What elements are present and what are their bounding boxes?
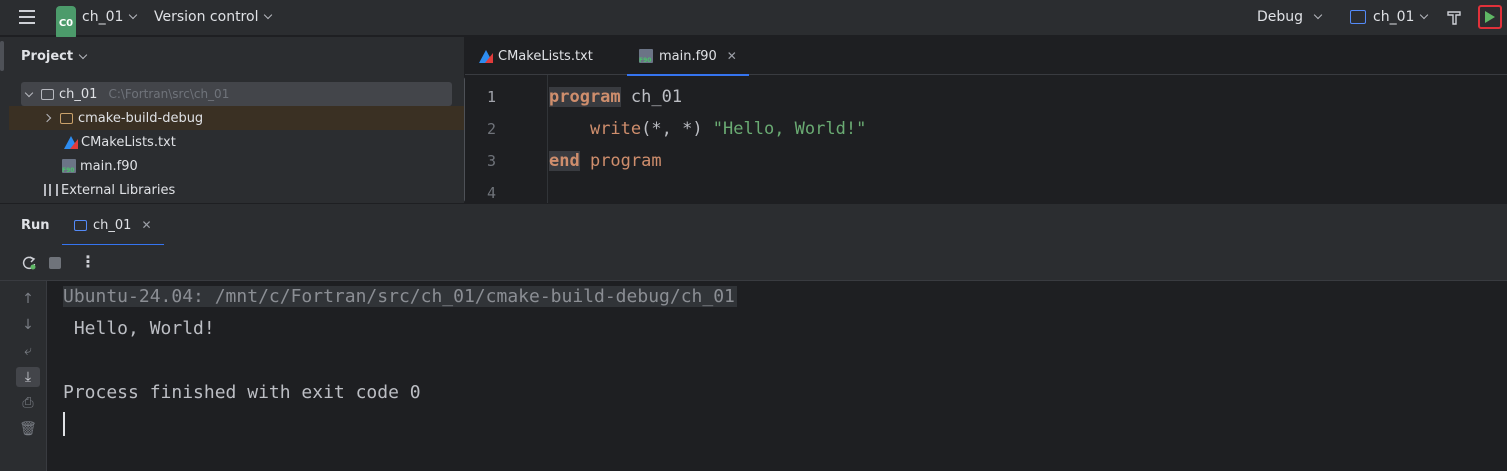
vcs-menu[interactable]: Version control <box>154 0 273 34</box>
console-finished-line: Process finished with exit code 0 <box>63 382 421 403</box>
run-button[interactable] <box>1478 5 1502 29</box>
tab-cmakelists[interactable]: CMakeLists.txt <box>479 37 593 75</box>
builtin-call: write <box>589 119 642 139</box>
text-caret <box>63 412 65 436</box>
close-icon[interactable]: ✕ <box>141 218 151 232</box>
run-panel-title: Run <box>21 217 50 233</box>
terminal-icon <box>1350 10 1366 24</box>
play-icon <box>1485 11 1495 23</box>
console-command-line: Ubuntu-24.04: /mnt/c/Fortran/src/ch_01/c… <box>63 286 737 307</box>
tree-item-label: cmake-build-debug <box>78 110 204 126</box>
gutter-separator <box>547 75 548 203</box>
library-icon <box>44 184 58 196</box>
run-toolbar: ⋮ <box>0 245 1507 281</box>
scroll-to-end-icon[interactable]: ⤓ <box>16 367 40 387</box>
tab-label: CMakeLists.txt <box>498 48 593 64</box>
trash-icon[interactable]: 🗑 <box>16 419 40 439</box>
target-label: ch_01 <box>1373 9 1415 25</box>
code-line[interactable]: program ch_01 <box>549 81 866 113</box>
folder-icon <box>60 112 73 124</box>
tree-root-row[interactable]: ch_01 C:\Fortran\src\ch_01 <box>21 82 452 106</box>
project-name: ch_01 <box>82 9 124 25</box>
run-config-selector[interactable]: Debug <box>1257 0 1323 34</box>
keyword: end <box>549 151 580 171</box>
project-panel-title: Project <box>21 49 74 64</box>
project-selector[interactable]: ch_01 <box>82 0 138 34</box>
string-literal: "Hello, World!" <box>712 119 867 139</box>
project-badge-icon: C0 <box>56 6 76 40</box>
tree-item-label: CMakeLists.txt <box>81 134 176 150</box>
project-panel: Project ch_01 C:\Fortran\src\ch_01 cmake… <box>9 37 469 203</box>
more-options-icon[interactable]: ⋮ <box>80 252 96 271</box>
line-number: 1 <box>486 88 496 106</box>
title-bar: C0 ch_01 Version control Debug ch_01 <box>0 0 1507 40</box>
rerun-icon[interactable] <box>21 255 37 271</box>
run-target-selector[interactable]: ch_01 <box>1350 0 1429 34</box>
collapse-arrow-icon[interactable] <box>42 113 52 123</box>
config-label: Debug <box>1257 9 1304 25</box>
vcs-label: Version control <box>154 9 259 25</box>
run-panel-header: Run ch_01 ✕ <box>0 203 1507 246</box>
code-text: (*, *) <box>641 119 713 139</box>
root-path: C:\Fortran\src\ch_01 <box>108 87 230 101</box>
tree-item-label: main.f90 <box>80 158 138 174</box>
tree-item-label: External Libraries <box>61 182 176 198</box>
tab-main-f90[interactable]: main.f90 ✕ <box>627 37 749 76</box>
code-line[interactable]: write(*, *) "Hello, World!" <box>549 113 866 145</box>
chevron-down-icon <box>129 10 138 20</box>
chevron-down-icon <box>1420 10 1429 20</box>
soft-wrap-icon[interactable]: ⤶ <box>16 341 40 361</box>
line-number: 2 <box>486 120 496 138</box>
line-number-gutter: 1 2 3 4 <box>465 81 547 209</box>
console-side-toolbar: ↑ ↓ ⤶ ⤓ ⎙ 🗑 <box>0 281 47 471</box>
tree-item-external-libraries[interactable]: External Libraries <box>9 178 453 202</box>
module-folder-icon <box>41 88 54 100</box>
cmake-icon <box>64 135 78 149</box>
cmake-icon <box>479 49 493 63</box>
build-button[interactable] <box>1445 0 1463 34</box>
console-output[interactable]: Ubuntu-24.04: /mnt/c/Fortran/src/ch_01/c… <box>48 281 1507 471</box>
editor: CMakeLists.txt main.f90 ✕ 1 2 3 4 progra… <box>465 37 1507 203</box>
left-tool-strip <box>0 37 9 203</box>
line-number: 3 <box>486 152 496 170</box>
tree-item-cmake-build-debug[interactable]: cmake-build-debug <box>9 106 464 130</box>
fortran-file-icon <box>62 159 76 174</box>
scroll-up-icon[interactable]: ↑ <box>16 289 40 309</box>
stop-icon[interactable] <box>49 257 61 269</box>
code-line[interactable]: end program <box>549 145 866 177</box>
tree-item-main-f90[interactable]: main.f90 <box>9 154 453 178</box>
chevron-down-icon <box>78 50 88 59</box>
root-name: ch_01 <box>59 86 98 102</box>
keyword: program <box>579 151 662 171</box>
code-text: ch_01 <box>620 87 683 107</box>
tab-label: main.f90 <box>659 48 717 64</box>
close-icon[interactable]: ✕ <box>727 49 737 63</box>
terminal-icon <box>74 219 87 231</box>
code-area[interactable]: program ch_01 write(*, *) "Hello, World!… <box>549 81 866 209</box>
chevron-down-icon <box>1313 10 1323 20</box>
hamburger-icon <box>19 10 35 12</box>
print-icon[interactable]: ⎙ <box>16 393 40 413</box>
scroll-down-icon[interactable]: ↓ <box>16 315 40 335</box>
expand-arrow-icon[interactable] <box>24 88 34 97</box>
main-menu-button[interactable] <box>16 0 38 34</box>
project-panel-header[interactable]: Project <box>21 49 88 64</box>
strip-handle[interactable] <box>0 41 4 71</box>
console-output-line: Hello, World! <box>63 318 215 339</box>
run-tab-ch01[interactable]: ch_01 ✕ <box>62 204 164 246</box>
hammer-icon <box>1447 11 1461 25</box>
tree-item-cmakelists[interactable]: CMakeLists.txt <box>9 130 453 154</box>
editor-tabs: CMakeLists.txt main.f90 ✕ <box>465 37 1507 76</box>
run-tab-label: ch_01 <box>93 217 132 233</box>
chevron-down-icon <box>264 10 273 20</box>
keyword: program <box>549 87 621 107</box>
fortran-file-icon <box>639 49 653 64</box>
